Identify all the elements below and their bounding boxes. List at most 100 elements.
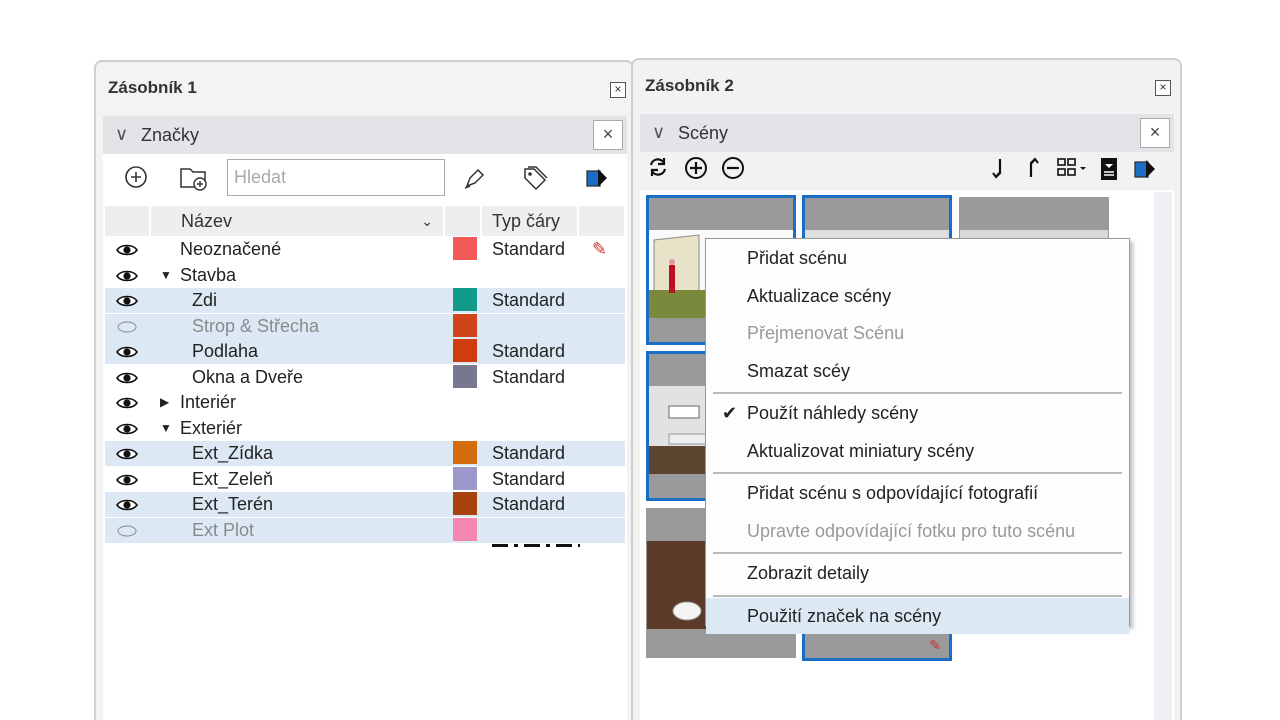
expand-open-icon[interactable]: ▼: [160, 416, 172, 441]
menu-item[interactable]: Aktualizovat miniatury scény: [706, 433, 1129, 469]
tag-name: Neoznačené: [180, 239, 282, 259]
linetype-label[interactable]: Standard: [492, 288, 565, 313]
remove-scene-icon[interactable]: [719, 156, 747, 184]
scenes-scrollbar[interactable]: [1154, 192, 1172, 720]
menu-item: Přejmenovat Scénu: [706, 315, 1129, 351]
details-icon[interactable]: [1095, 156, 1123, 184]
eye-icon[interactable]: [115, 492, 139, 520]
tag-name: Ext_Zeleň: [192, 468, 274, 489]
menu-item[interactable]: Přidat scénu s odpovídající fotografií: [706, 475, 1129, 511]
tag-row[interactable]: Ext_Terén Standard: [105, 492, 625, 517]
tag-row[interactable]: ▼ Stavba: [105, 263, 625, 288]
menu-item-label: Aktualizace scény: [747, 285, 892, 306]
tag-name: Zdi: [192, 290, 218, 310]
eye-icon[interactable]: [115, 365, 139, 393]
tag-color-swatch[interactable]: [453, 492, 477, 515]
tag-color-swatch[interactable]: [453, 288, 477, 311]
eye-icon[interactable]: [115, 263, 139, 291]
export-icon[interactable]: [583, 165, 611, 193]
tag-row[interactable]: Ext_Zeleň Standard: [105, 466, 625, 495]
eye-hidden-icon[interactable]: [115, 314, 139, 342]
tag-color-swatch[interactable]: [453, 364, 477, 388]
tag-name: Strop & Střecha: [192, 315, 320, 336]
menu-item[interactable]: Přidat scénu: [706, 240, 1129, 276]
pencil-icon: ✎: [592, 239, 608, 259]
scenes-panel-title: Scény: [678, 123, 729, 143]
chevron-down-icon[interactable]: ∨: [115, 124, 128, 145]
eye-icon[interactable]: [115, 237, 139, 265]
add-tag-icon[interactable]: [122, 165, 150, 193]
eye-icon[interactable]: [115, 339, 139, 367]
tag-color-swatch[interactable]: [453, 237, 477, 260]
paint-icon[interactable]: [461, 165, 489, 193]
chevron-down-icon[interactable]: ∨: [652, 122, 665, 143]
eye-icon[interactable]: [115, 390, 139, 418]
tag-name: Stavba: [180, 264, 237, 285]
move-up-icon[interactable]: [1019, 156, 1047, 184]
tags-icon[interactable]: [521, 165, 549, 193]
eye-icon[interactable]: [115, 416, 139, 444]
linetype-label[interactable]: Standard: [492, 492, 565, 517]
menu-item[interactable]: Smazat scéy: [706, 353, 1129, 389]
menu-item-label: Upravte odpovídající fotku pro tuto scén…: [747, 520, 1076, 541]
tag-color-swatch[interactable]: [453, 441, 477, 464]
search-input[interactable]: Hledat: [227, 159, 445, 196]
linetype-label[interactable]: Standard: [492, 365, 565, 390]
visibility-column-header: [105, 206, 150, 236]
tag-row[interactable]: Okna a Dveře Standard: [105, 364, 625, 393]
tag-color-swatch[interactable]: [453, 339, 477, 362]
view-options-icon[interactable]: [1055, 156, 1089, 184]
tag-row[interactable]: Ext_Zídka Standard: [105, 441, 625, 466]
linetype-pattern[interactable]: [492, 529, 580, 547]
tray-2-close-button[interactable]: ×: [1155, 80, 1171, 96]
tag-row[interactable]: Zdi Standard: [105, 288, 625, 313]
eye-icon[interactable]: [115, 288, 139, 316]
tag-name: Ext_Terén: [192, 494, 274, 514]
eye-hidden-icon[interactable]: [115, 518, 139, 546]
menu-item-label: Zobrazit detaily: [747, 563, 870, 583]
tag-row[interactable]: Strop & Střecha: [105, 313, 625, 343]
tray-1-close-button[interactable]: ×: [610, 82, 626, 98]
menu-item: Upravte odpovídající fotku pro tuto scén…: [706, 513, 1129, 549]
expand-open-icon[interactable]: ▼: [160, 263, 172, 288]
tags-panel-close-button[interactable]: ×: [593, 120, 623, 150]
menu-separator: [713, 472, 1122, 474]
linetype-label[interactable]: Standard: [492, 441, 565, 466]
tag-row[interactable]: Ext Plot: [105, 517, 625, 547]
name-column-header[interactable]: Název ⌄: [151, 206, 444, 236]
tag-color-swatch[interactable]: [453, 517, 477, 541]
tray-2-title: Zásobník 2: [645, 76, 734, 95]
tags-panel-title: Značky: [141, 125, 200, 145]
add-scene-icon[interactable]: [682, 156, 710, 184]
refresh-icon[interactable]: [644, 156, 672, 184]
linetype-label[interactable]: Standard: [492, 339, 565, 364]
linetype-pattern[interactable]: [492, 325, 580, 343]
tag-color-swatch[interactable]: [453, 466, 477, 490]
eye-icon[interactable]: [115, 467, 139, 495]
tag-name: Interiér: [180, 392, 237, 412]
tag-row[interactable]: Neoznačené Standard ✎: [105, 237, 625, 262]
scenes-panel-header[interactable]: ∨ Scény ×: [640, 114, 1174, 152]
tag-color-swatch[interactable]: [453, 313, 477, 337]
tags-panel-header[interactable]: ∨ Značky ×: [103, 116, 627, 154]
menu-item[interactable]: Použití značek na scény: [706, 597, 1129, 634]
move-down-icon[interactable]: [983, 156, 1011, 184]
tag-row[interactable]: ▶ Interiér: [105, 390, 625, 415]
add-folder-icon[interactable]: [179, 165, 207, 193]
menu-item[interactable]: Zobrazit detaily: [706, 555, 1129, 591]
menu-item[interactable]: ✔ Použít náhledy scény: [706, 395, 1129, 431]
scenes-panel-close-button[interactable]: ×: [1140, 118, 1170, 148]
pencil-icon: ✎: [929, 637, 941, 653]
expand-closed-icon[interactable]: ▶: [160, 390, 169, 415]
linetype-label[interactable]: Standard: [492, 467, 565, 492]
linetype-label[interactable]: Standard: [492, 237, 565, 262]
eye-icon[interactable]: [115, 441, 139, 469]
menu-item[interactable]: Aktualizace scény: [706, 278, 1129, 314]
tag-row[interactable]: ▼ Exteriér: [105, 416, 625, 441]
color-column-header: [445, 206, 481, 236]
chevron-down-icon[interactable]: ⌄: [421, 206, 433, 236]
check-icon: ✔: [722, 403, 738, 423]
linetype-column-header[interactable]: Typ čáry: [482, 206, 578, 236]
export-icon[interactable]: [1131, 156, 1159, 184]
tag-row[interactable]: Podlaha Standard: [105, 339, 625, 364]
